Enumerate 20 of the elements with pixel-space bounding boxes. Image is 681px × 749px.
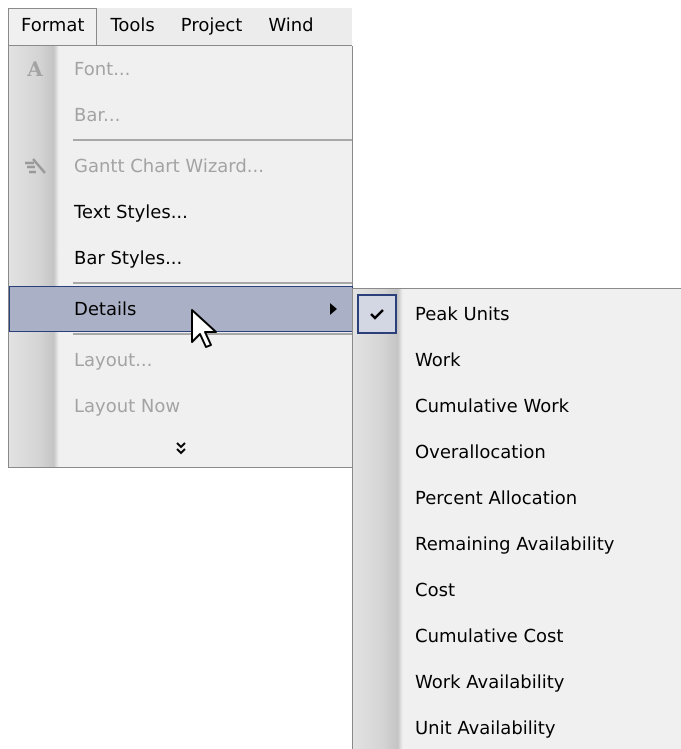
submenu-item[interactable]: Work Availability — [353, 659, 681, 705]
submenu-item[interactable]: Cumulative Cost — [353, 613, 681, 659]
menu-bar-item[interactable]: Tools — [97, 8, 168, 45]
submenu-item[interactable]: Remaining Availability — [353, 521, 681, 567]
menu-item[interactable]: Bar Styles... — [9, 235, 352, 281]
expand-chevron-icon[interactable] — [174, 441, 186, 455]
menu-item[interactable]: Text Styles... — [9, 189, 352, 235]
menu-item[interactable]: Details — [9, 286, 353, 332]
check-icon — [370, 308, 384, 320]
submenu-item[interactable]: Overallocation — [353, 429, 681, 475]
submenu-item[interactable]: Work — [353, 337, 681, 383]
mouse-cursor-icon — [190, 308, 218, 350]
submenu-item[interactable]: Percent Allocation — [353, 475, 681, 521]
submenu-item[interactable]: Unit Availability — [353, 705, 681, 749]
submenu-item[interactable]: Peak Units — [353, 291, 681, 337]
submenu-item[interactable]: Cumulative Work — [353, 383, 681, 429]
menu-bar-item[interactable]: Project — [168, 8, 256, 45]
menu-bar-item[interactable]: Wind — [255, 8, 327, 45]
menu-bar-item[interactable]: Format — [8, 8, 98, 45]
submenu-item[interactable]: Cost — [353, 567, 681, 613]
